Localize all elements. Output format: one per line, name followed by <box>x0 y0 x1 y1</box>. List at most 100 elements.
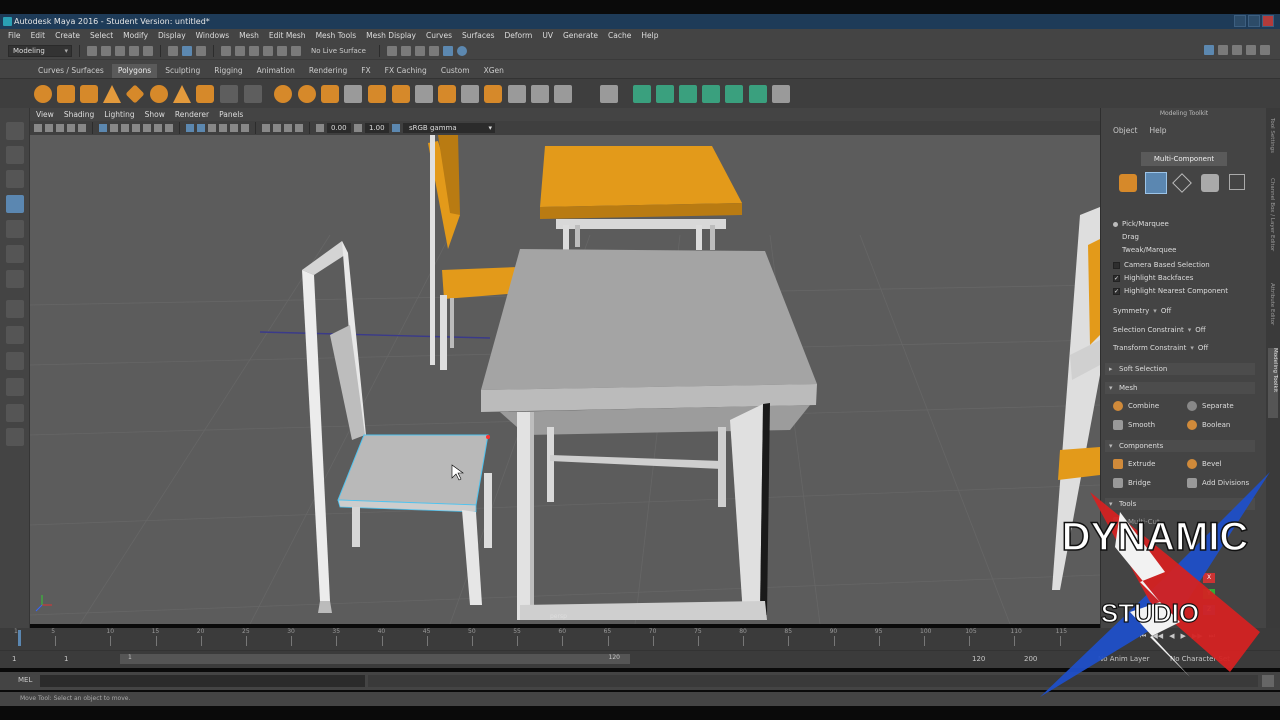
channel-box-toggle-icon[interactable] <box>1218 45 1228 55</box>
drag-option[interactable]: Drag <box>1122 233 1139 241</box>
redo-icon[interactable] <box>143 45 153 56</box>
shadows-icon[interactable] <box>241 124 249 132</box>
graph-editor-layout-icon[interactable] <box>6 404 24 422</box>
poly-pipe-icon[interactable] <box>196 85 214 103</box>
bookmark-icon[interactable] <box>56 124 64 132</box>
menu-cache[interactable]: Cache <box>608 31 631 40</box>
field-chart-icon[interactable] <box>143 124 151 132</box>
move-tool-icon[interactable] <box>6 195 24 213</box>
menu-curves[interactable]: Curves <box>426 31 452 40</box>
menu-display[interactable]: Display <box>158 31 186 40</box>
xray-icon[interactable] <box>262 124 270 132</box>
paint-select-tool-icon[interactable] <box>6 170 24 188</box>
viewport-menu-shading[interactable]: Shading <box>64 110 94 119</box>
object-mode-icon[interactable] <box>1119 174 1137 192</box>
lasso-tool-icon[interactable] <box>6 146 24 164</box>
components-section-header[interactable]: Components <box>1105 440 1255 452</box>
poly-type-icon[interactable] <box>220 85 238 103</box>
menu-deform[interactable]: Deform <box>504 31 532 40</box>
attribute-editor-toggle-icon[interactable] <box>1232 45 1242 55</box>
command-input[interactable] <box>40 675 365 687</box>
auto-uv-icon[interactable] <box>656 85 674 103</box>
poly-sphere-icon[interactable] <box>34 85 52 103</box>
boolean-icon[interactable] <box>392 85 410 103</box>
viewport-menu-show[interactable]: Show <box>145 110 165 119</box>
viewport-menu-renderer[interactable]: Renderer <box>175 110 209 119</box>
new-scene-icon[interactable] <box>87 45 97 56</box>
shelf-tab-animation[interactable]: Animation <box>251 64 301 78</box>
tweak-marquee-option[interactable]: Tweak/Marquee <box>1122 246 1176 254</box>
menu-modify[interactable]: Modify <box>123 31 148 40</box>
side-tab-attribute-editor[interactable]: Attribute Editor <box>1269 283 1275 325</box>
menu-edit-mesh[interactable]: Edit Mesh <box>269 31 306 40</box>
symmetry-value[interactable]: Off <box>1161 307 1171 315</box>
gate-mask-icon[interactable] <box>132 124 140 132</box>
menu-generate[interactable]: Generate <box>563 31 598 40</box>
selected-vertex[interactable] <box>486 435 490 439</box>
ambient-occlusion-icon[interactable] <box>284 124 292 132</box>
snap-live-icon[interactable] <box>277 45 287 56</box>
playback-end-field[interactable]: 120 <box>972 655 985 663</box>
command-language-label[interactable]: MEL <box>18 676 32 684</box>
outliner-layout-icon[interactable] <box>6 378 24 396</box>
poly-plane-icon[interactable] <box>125 84 145 104</box>
shelf-tab-polygons[interactable]: Polygons <box>111 64 158 78</box>
safe-title-icon[interactable] <box>165 124 173 132</box>
uv-mode-icon[interactable] <box>1229 174 1245 190</box>
back-desk[interactable] <box>540 146 742 250</box>
smooth-shade-icon[interactable] <box>197 124 205 132</box>
planar-uv-icon[interactable] <box>633 85 651 103</box>
wireframe-icon[interactable] <box>186 124 194 132</box>
merge-icon[interactable] <box>554 85 572 103</box>
color-management-icon[interactable] <box>392 124 400 132</box>
motion-blur-icon[interactable] <box>295 124 303 132</box>
combine-icon[interactable] <box>274 85 292 103</box>
snap-point-icon[interactable] <box>249 45 259 56</box>
scale-tool-icon[interactable] <box>6 245 24 263</box>
pick-marquee-option[interactable]: Pick/Marquee <box>1122 220 1169 228</box>
image-plane-icon[interactable] <box>67 124 75 132</box>
mesh-section-header[interactable]: Mesh <box>1105 382 1255 394</box>
single-perspective-layout-icon[interactable] <box>6 300 24 318</box>
side-tab-channel-box[interactable]: Channel Box / Layer Editor <box>1269 178 1275 251</box>
menu-select[interactable]: Select <box>90 31 113 40</box>
menu-mesh-display[interactable]: Mesh Display <box>366 31 416 40</box>
playback-start-field[interactable]: 1 <box>64 655 68 663</box>
vertex-mode-icon[interactable] <box>1145 172 1167 194</box>
cut-uv-icon[interactable] <box>725 85 743 103</box>
shelf-tab-rigging[interactable]: Rigging <box>208 64 248 78</box>
transform-constraint-value[interactable]: Off <box>1198 344 1208 352</box>
gamma-icon[interactable] <box>354 124 362 132</box>
menu-set-dropdown[interactable]: Modeling <box>8 44 72 57</box>
tool-settings-toggle-icon[interactable] <box>1246 45 1256 55</box>
offset-edge-loop-icon[interactable] <box>531 85 549 103</box>
menu-uv[interactable]: UV <box>542 31 553 40</box>
menu-help[interactable]: Help <box>641 31 658 40</box>
modeling-toolkit-toggle-icon[interactable] <box>1260 45 1270 55</box>
camera-based-selection-checkbox[interactable] <box>1113 261 1120 269</box>
snap-surface-icon[interactable] <box>263 45 273 56</box>
smooth-icon[interactable] <box>368 85 386 103</box>
select-hierarchy-icon[interactable] <box>168 45 178 56</box>
exposure-icon[interactable] <box>316 124 324 132</box>
two-d-pan-zoom-icon[interactable] <box>78 124 86 132</box>
poly-cube-icon[interactable] <box>57 85 75 103</box>
four-view-layout-icon[interactable] <box>6 326 24 344</box>
select-camera-icon[interactable] <box>34 124 42 132</box>
rotate-tool-icon[interactable] <box>6 220 24 238</box>
render-settings-icon[interactable] <box>428 45 439 56</box>
close-button[interactable] <box>1262 15 1274 27</box>
scene-canvas[interactable] <box>30 135 1100 624</box>
undo-icon[interactable] <box>129 45 139 56</box>
bridge-icon[interactable] <box>461 85 479 103</box>
render-history-icon[interactable] <box>386 45 397 56</box>
safe-action-icon[interactable] <box>154 124 162 132</box>
animation-start-field[interactable]: 1 <box>12 655 16 663</box>
menu-windows[interactable]: Windows <box>196 31 229 40</box>
gamma-field[interactable]: 1.00 <box>365 123 389 133</box>
live-surface-icon[interactable] <box>291 45 301 56</box>
face-mode-icon[interactable] <box>1201 174 1219 192</box>
mirror-icon[interactable] <box>344 85 362 103</box>
side-tab-tool-settings[interactable]: Tool Settings <box>1269 118 1275 153</box>
viewport-menu-panels[interactable]: Panels <box>219 110 243 119</box>
